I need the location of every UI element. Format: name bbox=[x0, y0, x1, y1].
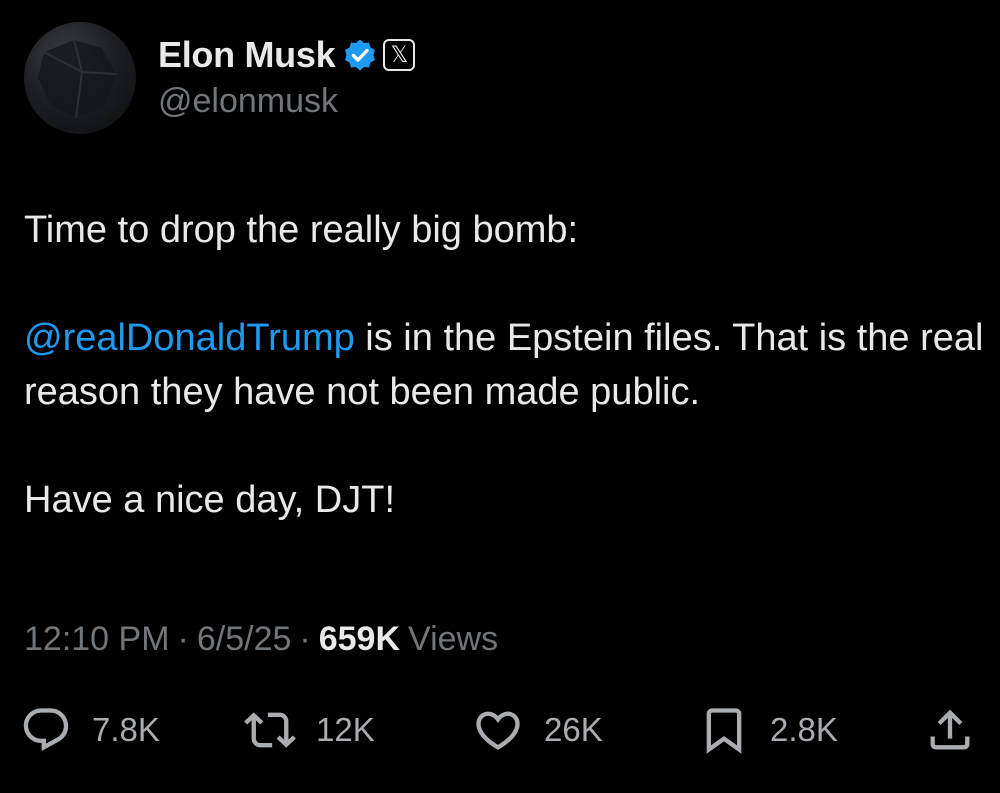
reply-icon bbox=[20, 704, 72, 756]
author-handle[interactable]: @elonmusk bbox=[158, 82, 338, 121]
verified-badge-icon bbox=[343, 38, 377, 72]
author-name-row: Elon Musk 𝕏 bbox=[158, 34, 416, 76]
author-display-name[interactable]: Elon Musk bbox=[158, 34, 336, 76]
meta-separator: · bbox=[177, 620, 189, 658]
like-count: 26K bbox=[544, 711, 603, 748]
avatar[interactable] bbox=[24, 22, 136, 134]
like-button[interactable]: 26K bbox=[472, 700, 603, 760]
repost-button[interactable]: 12K bbox=[244, 700, 375, 760]
tweet-text: Time to drop the really big bomb: @realD… bbox=[24, 203, 984, 527]
tweet-card: Elon Musk 𝕏 @elonmusk Time to drop the r… bbox=[0, 0, 1000, 793]
repost-count: 12K bbox=[316, 711, 375, 748]
reply-button[interactable]: 7.8K bbox=[20, 700, 160, 760]
bookmark-icon bbox=[698, 704, 750, 756]
views-label: Views bbox=[408, 620, 499, 658]
tweet-time[interactable]: 12:10 PM bbox=[24, 620, 170, 659]
tweet-paragraph-3: Have a nice day, DJT! bbox=[24, 479, 396, 521]
tweet-date[interactable]: 6/5/25 bbox=[197, 620, 292, 659]
meta-separator: · bbox=[299, 620, 311, 658]
repost-icon bbox=[244, 704, 296, 756]
x-logo-icon: 𝕏 bbox=[383, 39, 416, 71]
views-count: 659K bbox=[318, 620, 400, 658]
bookmark-count: 2.8K bbox=[770, 711, 838, 748]
mention-link[interactable]: @realDonaldTrump bbox=[24, 317, 355, 359]
tweet-meta: 12:10 PM · 6/5/25 · 659K Views bbox=[24, 620, 498, 659]
tweet-paragraph-1: Time to drop the really big bomb: bbox=[24, 209, 579, 251]
avatar-image bbox=[38, 39, 117, 119]
action-bar: 7.8K 12K 26K 2.8K bbox=[20, 700, 980, 760]
tweet-paragraph-2: @realDonaldTrump is in the Epstein files… bbox=[24, 311, 984, 419]
share-button[interactable] bbox=[924, 700, 976, 760]
bookmark-button[interactable]: 2.8K bbox=[698, 700, 838, 760]
heart-icon bbox=[472, 704, 524, 756]
share-icon bbox=[924, 704, 976, 756]
reply-count: 7.8K bbox=[92, 711, 160, 748]
